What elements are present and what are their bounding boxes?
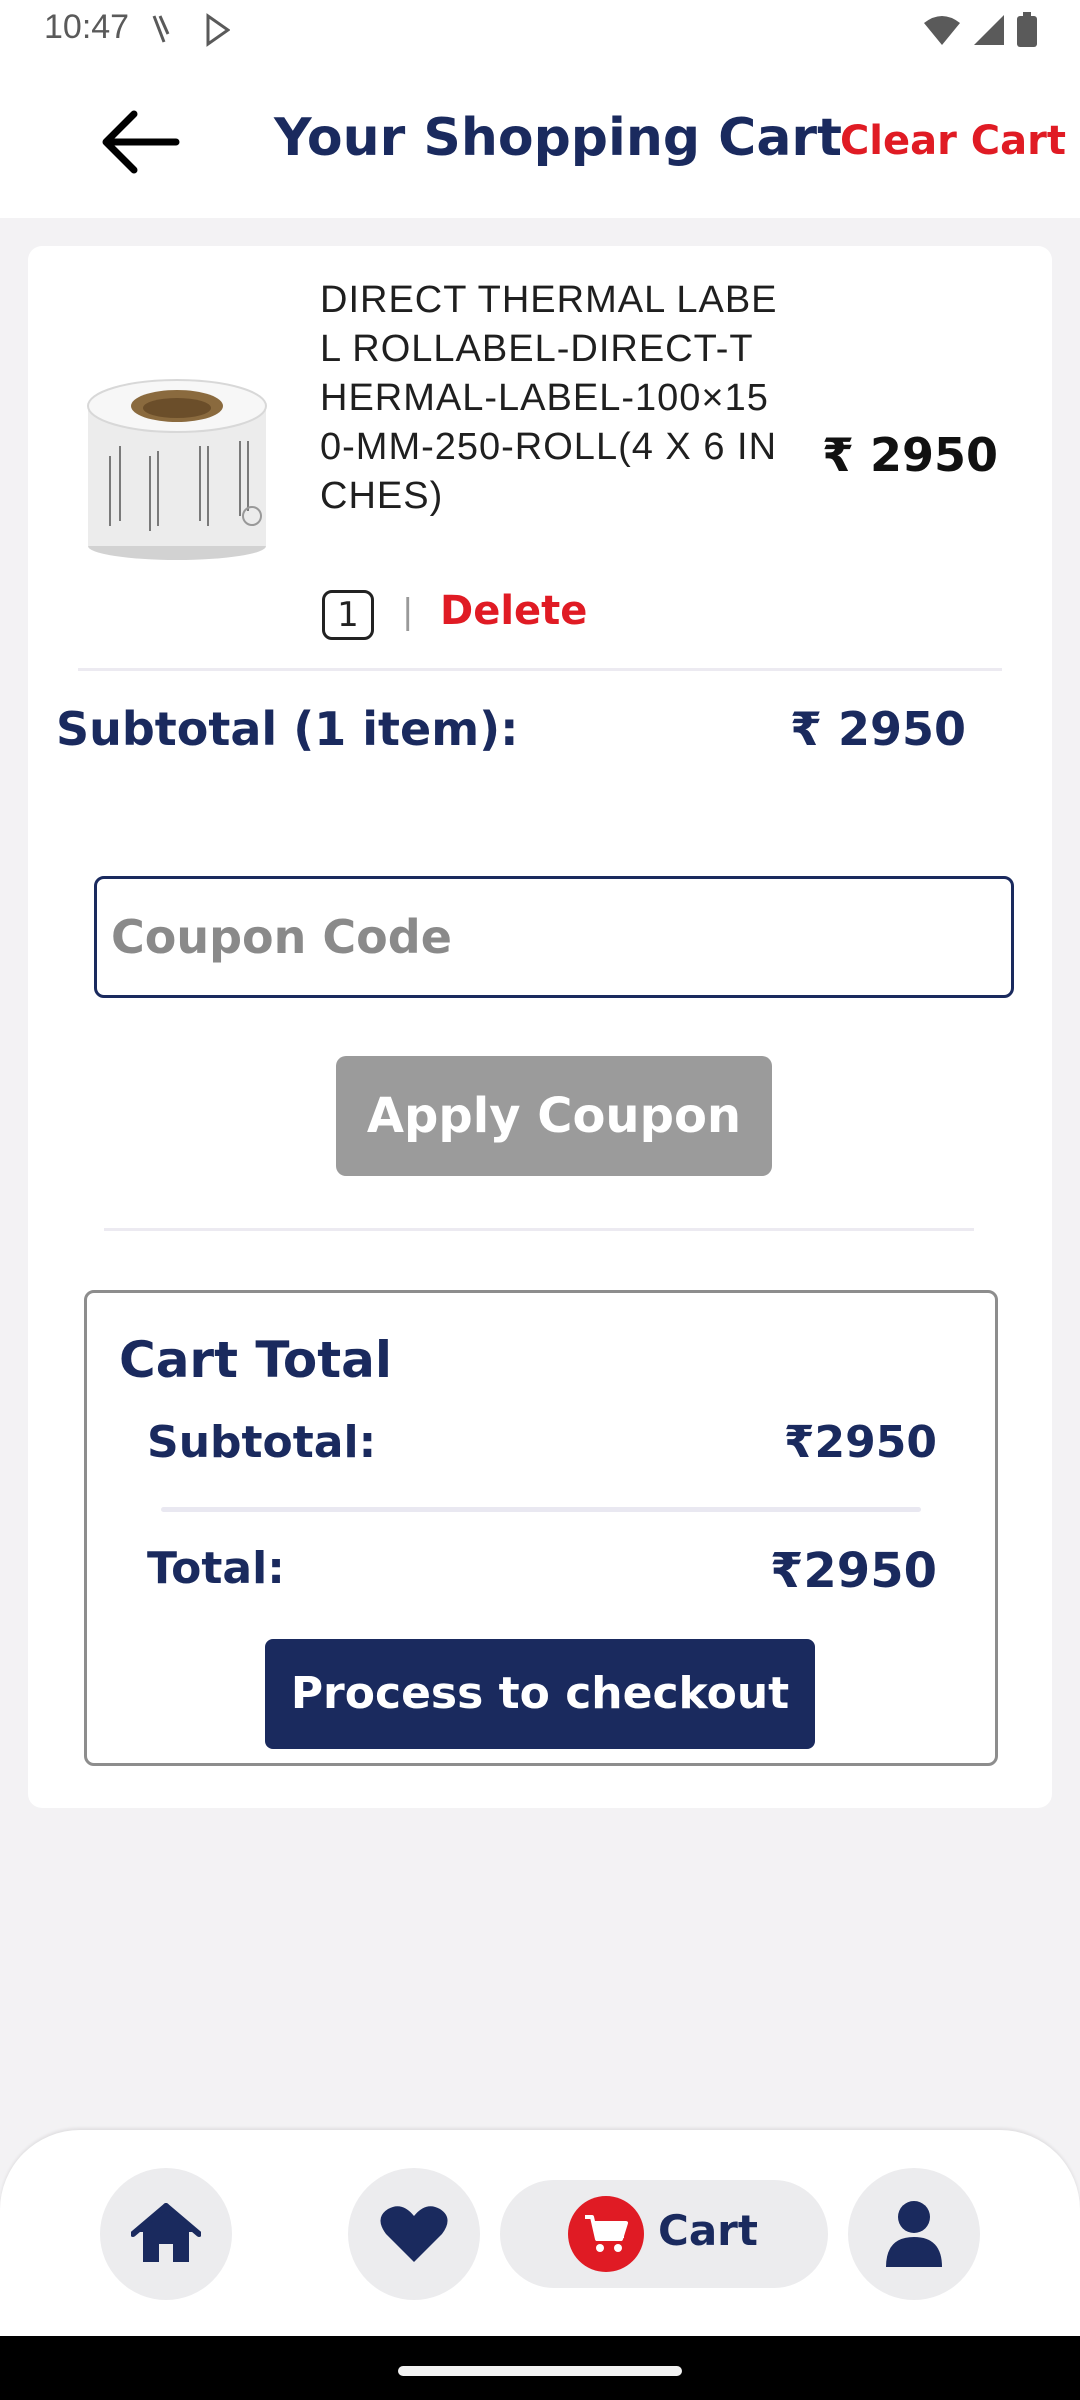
cart-subtotal-label: Subtotal: — [147, 1417, 377, 1468]
separator: | — [402, 592, 414, 632]
product-image — [80, 346, 274, 564]
back-button[interactable] — [96, 102, 186, 182]
status-time: 10:47 — [44, 8, 130, 46]
wifi-icon — [924, 16, 960, 45]
home-gesture-pill[interactable] — [398, 2366, 682, 2376]
divider — [104, 1228, 974, 1231]
system-navigation-bar — [0, 2336, 1080, 2400]
apply-coupon-button[interactable]: Apply Coupon — [336, 1056, 772, 1176]
coupon-code-input[interactable] — [94, 876, 1014, 998]
nav-wishlist-button[interactable] — [348, 2168, 480, 2300]
bottom-navigation: Cart — [0, 2130, 1080, 2336]
divider — [78, 668, 1002, 671]
cart-total-box: Cart Total Subtotal: ₹2950 Total: ₹2950 … — [84, 1290, 998, 1766]
battery-icon — [1017, 12, 1037, 47]
divider — [161, 1507, 921, 1512]
clear-cart-button[interactable]: Clear Cart — [840, 118, 1066, 164]
subtotal-label: Subtotal (1 item): — [56, 702, 519, 756]
product-name: DIRECT THERMAL LABEL ROLLABEL-DIRECT-THE… — [320, 279, 778, 517]
cart-icon-badge — [568, 2196, 644, 2272]
product-price: ₹ 2950 — [821, 428, 998, 482]
label-roll-image — [87, 379, 267, 560]
nav-cart-button[interactable]: Cart — [500, 2180, 828, 2288]
status-bar: 10:47 — [0, 0, 1080, 62]
quantity-box[interactable]: 1 — [322, 590, 374, 640]
signal-icon — [974, 15, 1004, 45]
system-status-icons — [922, 12, 1038, 48]
nav-cart-label: Cart — [658, 2206, 758, 2255]
page-title: Your Shopping Cart — [274, 108, 842, 168]
nav-profile-button[interactable] — [848, 2168, 980, 2300]
cart-subtotal-value: ₹2950 — [783, 1417, 937, 1468]
delete-button[interactable]: Delete — [440, 588, 587, 634]
notification-icons — [150, 12, 231, 52]
person-icon — [886, 2201, 942, 2267]
cart-total-title: Cart Total — [119, 1331, 392, 1389]
heart-icon — [380, 2206, 448, 2262]
nav-home-button[interactable] — [100, 2168, 232, 2300]
cart-card: DIRECT THERMAL LABEL ROLLABEL-DIRECT-THE… — [28, 246, 1052, 1808]
notification-icon — [152, 13, 231, 47]
cart-total-label: Total: — [147, 1543, 285, 1594]
home-icon — [131, 2203, 201, 2262]
back-arrow-icon — [102, 110, 180, 174]
cart-icon — [585, 2215, 628, 2252]
cart-total-value: ₹2950 — [770, 1543, 937, 1599]
checkout-button[interactable]: Process to checkout — [265, 1639, 815, 1749]
subtotal-value: ₹ 2950 — [790, 702, 967, 756]
app-header: Your Shopping Cart Clear Cart — [0, 62, 1080, 218]
